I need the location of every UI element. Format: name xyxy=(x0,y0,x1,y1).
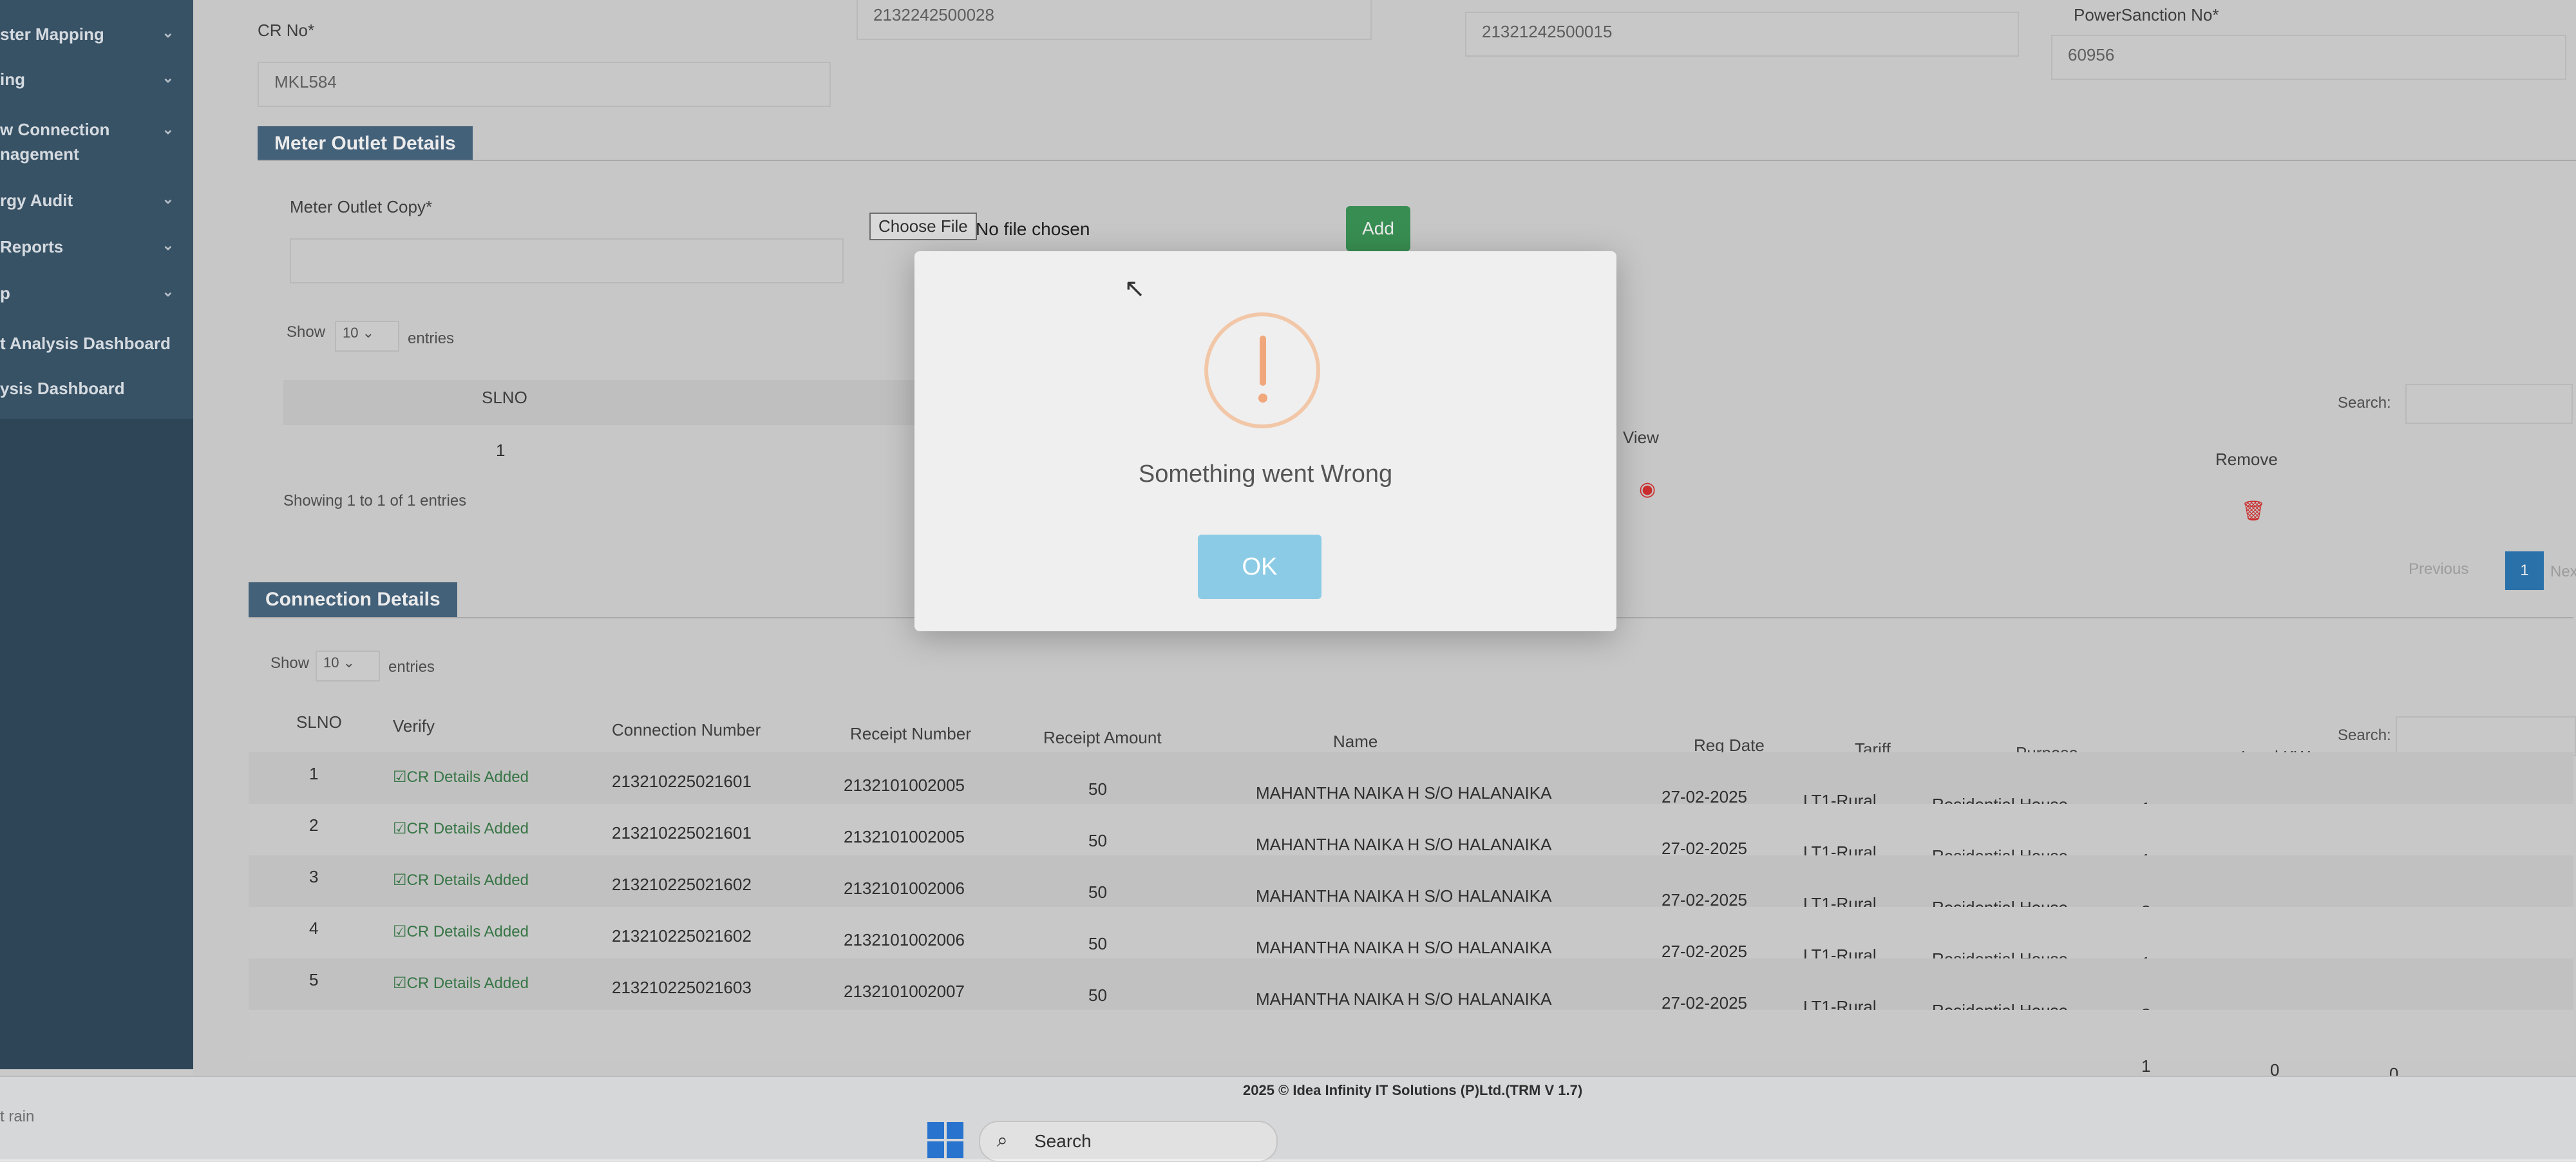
warning-icon xyxy=(1204,312,1320,428)
error-dialog: Something went Wrong OK xyxy=(914,251,1616,631)
error-message: Something went Wrong xyxy=(1138,461,1393,488)
mouse-cursor-icon: ↖ xyxy=(1124,274,1146,303)
ok-button[interactable]: OK xyxy=(1198,535,1321,599)
